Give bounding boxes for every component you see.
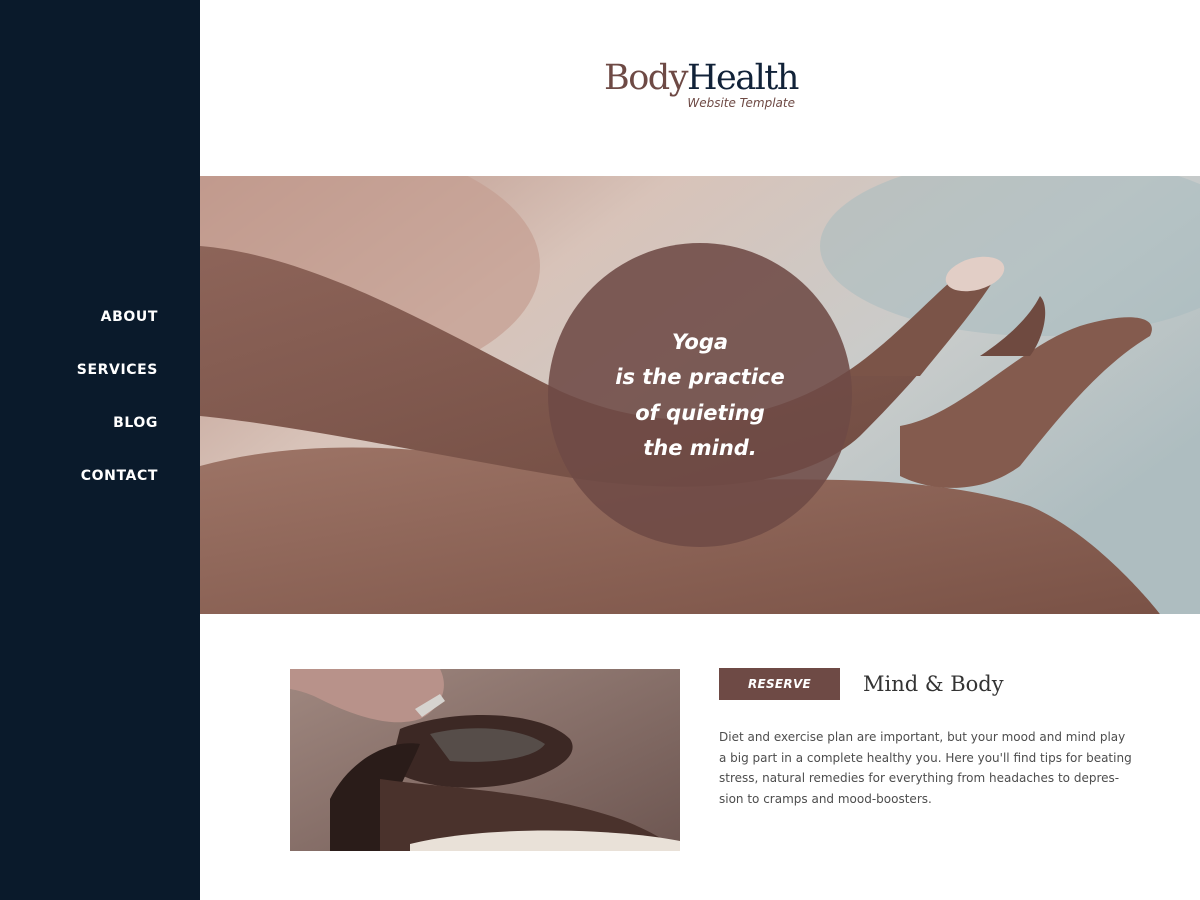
site-logo[interactable]: BodyHealth Website Template xyxy=(604,56,799,109)
sidebar: ABOUT SERVICES BLOG CONTACT xyxy=(0,0,200,900)
feature-photo xyxy=(290,669,680,851)
description-line: Diet and exercise plan are important, bu… xyxy=(719,730,1126,744)
quote-line: the mind. xyxy=(643,436,757,460)
nav-item-services[interactable]: SERVICES xyxy=(77,359,158,381)
description-line: sion to cramps and mood-boosters. xyxy=(719,791,932,806)
quote-line: is the practice xyxy=(615,365,785,389)
quote-circle: Yoga is the practice of quieting the min… xyxy=(548,243,852,547)
nav-item-blog[interactable]: BLOG xyxy=(113,412,158,434)
header: BodyHealth Website Template xyxy=(200,0,1200,176)
quote-line: of quieting xyxy=(635,400,765,425)
section-description: Diet and exercise plan are important, bu… xyxy=(719,727,1132,809)
hero-banner: Yoga is the practice of quieting the min… xyxy=(200,176,1200,614)
description-line: a big part in a complete healthy you. He… xyxy=(719,750,1132,765)
logo-word-body: Body xyxy=(604,58,688,98)
logo-wordmark: BodyHealth xyxy=(604,56,799,100)
quote-line: Yoga xyxy=(671,329,729,354)
logo-word-health: Health xyxy=(686,58,799,98)
hero-quote: Yoga is the practice of quieting the min… xyxy=(615,325,785,467)
spa-facial-image xyxy=(290,669,680,851)
description-line: stress, natural remedies for everything … xyxy=(719,771,1120,785)
reserve-button[interactable]: RESERVE xyxy=(719,668,840,700)
nav-item-contact[interactable]: CONTACT xyxy=(81,465,158,487)
section-title: Mind & Body xyxy=(863,672,1004,696)
main-nav: ABOUT SERVICES BLOG CONTACT xyxy=(77,306,158,518)
nav-item-about[interactable]: ABOUT xyxy=(101,306,158,328)
